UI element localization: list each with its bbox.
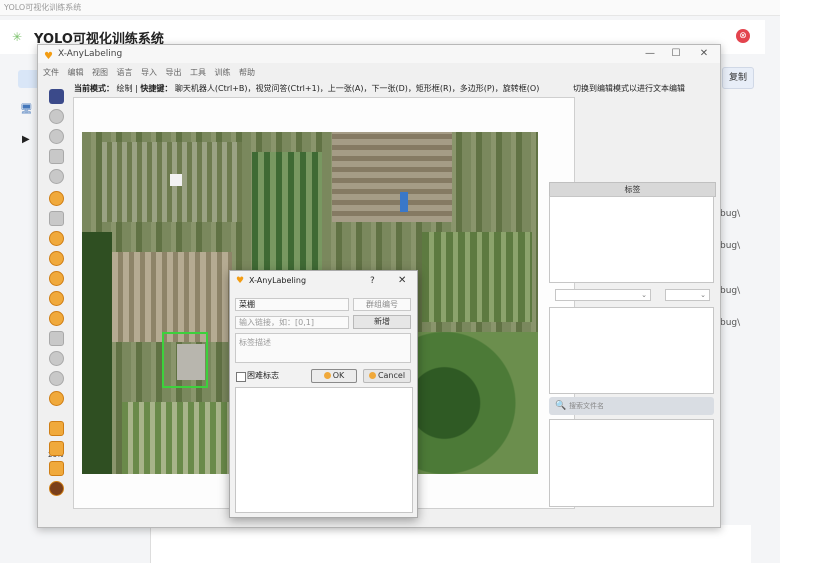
mode-value: 绘制 (116, 84, 133, 93)
edit-tool-icon[interactable] (49, 331, 64, 346)
save-icon[interactable] (49, 149, 64, 164)
file-list[interactable] (549, 419, 714, 507)
group-id-input[interactable]: 群组编号 (353, 298, 411, 311)
point-tool-icon[interactable] (49, 291, 64, 306)
add-button[interactable]: 新增 (353, 315, 411, 329)
undo-icon[interactable] (49, 371, 64, 386)
window-close-button[interactable]: ✕ (692, 45, 716, 63)
dialog-titlebar: ♥ X-AnyLabeling ? ✕ (230, 271, 417, 291)
maximize-button[interactable]: ☐ (664, 45, 688, 63)
label-input[interactable]: 菜棚 (235, 298, 349, 311)
delete-shape-icon[interactable] (49, 351, 64, 366)
shortcut-text: 聊天机器人(Ctrl+B)，视觉问答(Ctrl+1)，上一张(A)，下一张(D)… (174, 84, 540, 93)
cancel-icon (368, 372, 376, 379)
edit-mode-hint: 切换到编辑模式以进行文本编辑 (573, 84, 685, 93)
background-window-caption: YOLO可视化训练系统 (0, 0, 780, 16)
chevron-down-icon: ⌄ (641, 291, 647, 299)
brightness-icon[interactable] (49, 441, 64, 456)
monitor-icon[interactable]: 🖥 (20, 104, 33, 115)
label-dialog: ♥ X-AnyLabeling ? ✕ 菜棚 群组编号 输入链接，如：[0,1]… (229, 270, 418, 518)
menu-export[interactable]: 导出 (166, 66, 182, 80)
ok-label: OK (332, 371, 345, 380)
zoom-tool-icon[interactable] (49, 461, 64, 476)
log-line: bug\ (720, 286, 741, 296)
cancel-button[interactable]: Cancel (363, 369, 411, 383)
dialog-title: X-AnyLabeling (249, 276, 307, 285)
rectangle-tool-icon[interactable] (49, 211, 64, 226)
label-filter-dropdown[interactable]: ⌄ (555, 289, 651, 301)
rotation-tool-icon[interactable] (49, 231, 64, 246)
help-button[interactable]: ? (370, 271, 375, 291)
menu-file[interactable]: 文件 (43, 66, 59, 80)
group-filter-dropdown[interactable]: ⌄ (665, 289, 710, 301)
open-folder-icon[interactable] (49, 89, 64, 104)
next-image-icon[interactable] (49, 109, 64, 124)
mode-status: 当前模式： 绘制 | 快捷键： 聊天机器人(Ctrl+B)，视觉问答(Ctrl+… (74, 84, 540, 93)
menu-tools[interactable]: 工具 (190, 66, 206, 80)
app-logo-icon: ✳ (12, 30, 23, 44)
settings-icon[interactable] (49, 481, 64, 496)
app-icon: ♥ (44, 51, 53, 62)
menu-import[interactable]: 导入 (141, 66, 157, 80)
labels-panel-header: 标签 (549, 182, 716, 197)
linestrip-tool-icon[interactable] (49, 311, 64, 326)
difficult-checkbox[interactable] (236, 372, 246, 382)
label-list[interactable] (549, 196, 714, 283)
app-icon: ♥ (236, 276, 245, 286)
chevron-down-icon: ⌄ (700, 291, 706, 299)
menu-edit[interactable]: 编辑 (68, 66, 84, 80)
window-title: X-AnyLabeling (58, 49, 123, 59)
prev-image-icon[interactable] (49, 129, 64, 144)
cancel-label: Cancel (377, 371, 406, 380)
search-icon: 🔍 (555, 401, 567, 411)
shape-list[interactable] (549, 307, 714, 394)
log-line: bug\ (720, 209, 741, 219)
file-search-placeholder: 搜索文件名 (569, 402, 604, 410)
shortcut-label: 快捷键： (140, 84, 173, 93)
description-input[interactable]: 标签描述 (235, 333, 411, 363)
delete-file-icon[interactable] (49, 169, 64, 184)
menubar: 文件 编辑 视图 语言 导入 导出 工具 训练 帮助 (38, 65, 720, 79)
chevron-right-icon[interactable]: ▶ (22, 134, 30, 145)
auto-label-icon[interactable] (49, 391, 64, 406)
file-search-input[interactable]: 🔍 搜索文件名 (549, 397, 714, 415)
close-icon[interactable]: ⊗ (736, 29, 750, 43)
window-titlebar: ♥ X-AnyLabeling — ☐ ✕ (38, 45, 720, 63)
dialog-label-list[interactable] (235, 387, 413, 513)
dialog-close-button[interactable]: ✕ (398, 271, 406, 291)
bounding-box[interactable] (162, 332, 208, 388)
log-line: bug\ (720, 241, 741, 251)
difficult-label: 困难标志 (247, 371, 279, 380)
ok-button[interactable]: OK (311, 369, 357, 383)
copy-button[interactable]: 复制 (722, 67, 754, 89)
menu-train[interactable]: 训练 (215, 66, 231, 80)
log-line: bug\ (720, 318, 741, 328)
background-panel (150, 525, 751, 563)
line-tool-icon[interactable] (49, 271, 64, 286)
fit-width-icon[interactable] (49, 421, 64, 436)
mode-label: 当前模式： (74, 84, 114, 93)
minimize-button[interactable]: — (638, 45, 662, 63)
link-input[interactable]: 输入链接，如：[0,1] (235, 316, 349, 329)
menu-language[interactable]: 语言 (117, 66, 133, 80)
circle-tool-icon[interactable] (49, 251, 64, 266)
menu-help[interactable]: 帮助 (239, 66, 255, 80)
tool-sidebar: 26% (46, 87, 68, 517)
menu-view[interactable]: 视图 (92, 66, 108, 80)
polygon-tool-icon[interactable] (49, 191, 64, 206)
ok-icon (323, 372, 331, 379)
